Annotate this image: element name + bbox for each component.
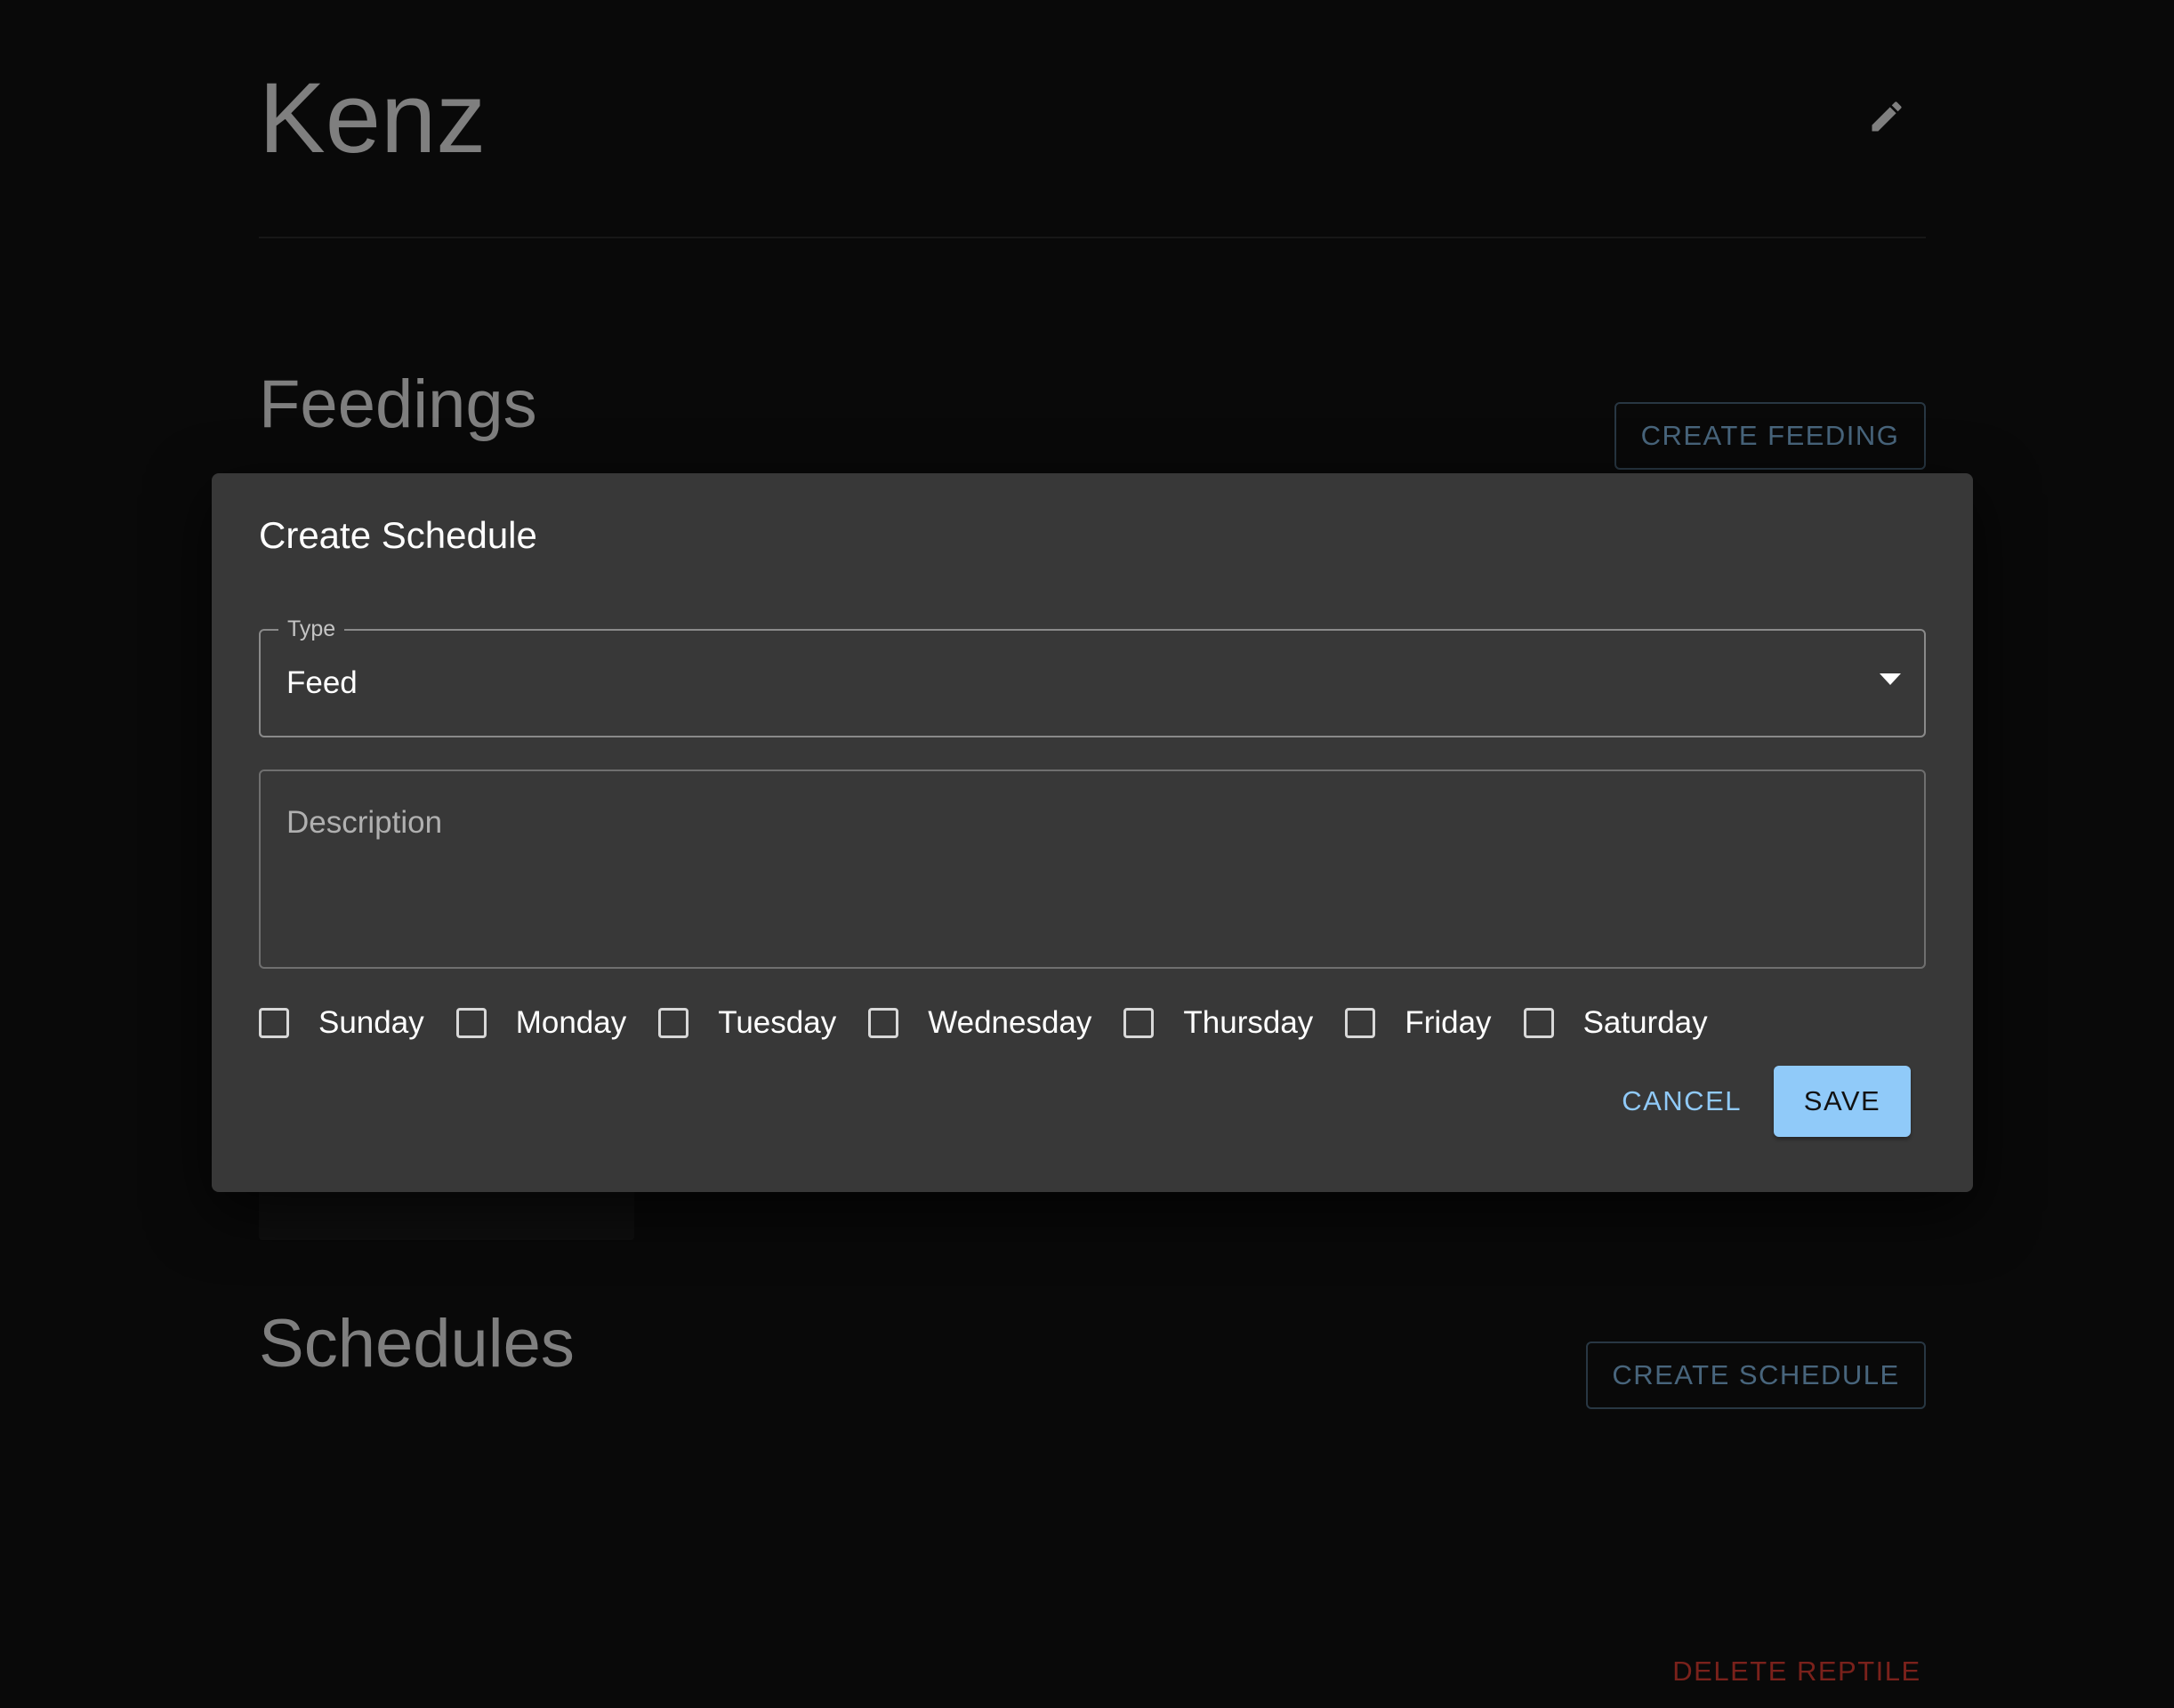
cancel-button[interactable]: CANCEL bbox=[1600, 1066, 1763, 1137]
checkbox-outline-blank-icon[interactable] bbox=[259, 1008, 289, 1038]
weekday-checkbox-group: Sunday Monday Tuesday Wednesday Thursday… bbox=[259, 987, 1740, 1059]
day-label: Monday bbox=[515, 1005, 627, 1040]
day-label: Wednesday bbox=[928, 1005, 1092, 1040]
description-field[interactable] bbox=[259, 769, 1926, 969]
dialog-title: Create Schedule bbox=[259, 514, 537, 556]
checkbox-outline-blank-icon[interactable] bbox=[868, 1008, 899, 1038]
checkbox-outline-blank-icon[interactable] bbox=[658, 1008, 689, 1038]
day-checkbox-wednesday[interactable]: Wednesday bbox=[868, 1002, 1091, 1044]
day-label: Friday bbox=[1405, 1005, 1492, 1040]
type-select[interactable]: Type Feed bbox=[259, 611, 1926, 737]
checkbox-outline-blank-icon[interactable] bbox=[1523, 1008, 1554, 1038]
day-checkbox-monday[interactable]: Monday bbox=[455, 1002, 627, 1044]
type-select-label: Type bbox=[278, 611, 345, 647]
day-checkbox-friday[interactable]: Friday bbox=[1345, 1002, 1492, 1044]
day-checkbox-tuesday[interactable]: Tuesday bbox=[658, 1002, 836, 1044]
checkbox-outline-blank-icon[interactable] bbox=[1345, 1008, 1376, 1038]
day-checkbox-thursday[interactable]: Thursday bbox=[1123, 1002, 1313, 1044]
checkbox-outline-blank-icon[interactable] bbox=[1123, 1008, 1155, 1038]
create-schedule-dialog: Create Schedule Type Feed Sunday Monday … bbox=[212, 473, 1973, 1192]
day-checkbox-sunday[interactable]: Sunday bbox=[259, 1002, 424, 1044]
reptile-detail-page: Kenz Feedings CREATE FEEDING Schedules C… bbox=[0, 0, 2174, 1708]
dialog-actions: CANCEL SAVE bbox=[1600, 1066, 1911, 1137]
day-checkbox-saturday[interactable]: Saturday bbox=[1523, 1002, 1708, 1044]
day-label: Tuesday bbox=[718, 1005, 837, 1040]
save-button[interactable]: SAVE bbox=[1774, 1066, 1911, 1137]
arrow-drop-down-icon bbox=[1880, 673, 1901, 685]
type-select-value: Feed bbox=[286, 665, 358, 700]
day-label: Saturday bbox=[1582, 1005, 1708, 1040]
checkbox-outline-blank-icon[interactable] bbox=[455, 1008, 487, 1038]
day-label: Sunday bbox=[318, 1005, 424, 1040]
day-label: Thursday bbox=[1183, 1005, 1314, 1040]
